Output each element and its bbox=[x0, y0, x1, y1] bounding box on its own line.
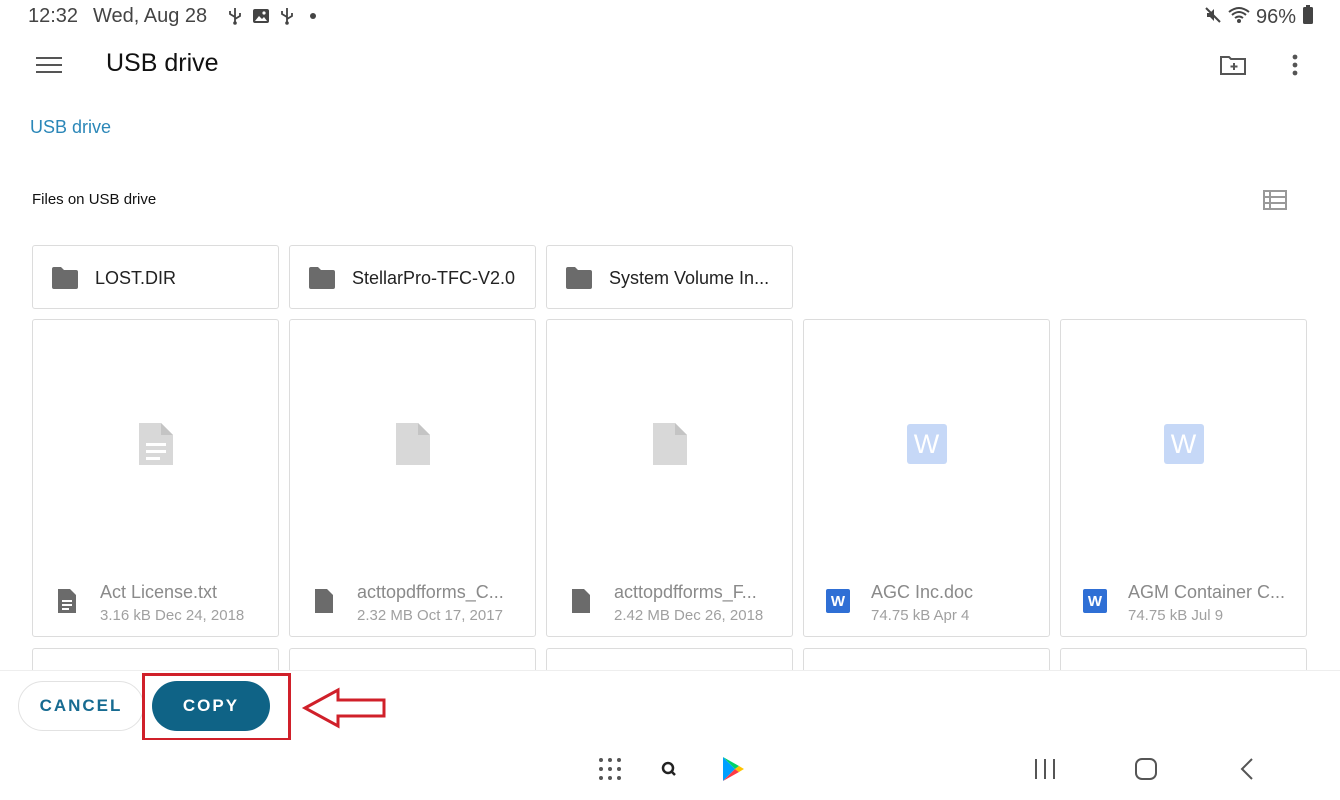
generic-file-icon bbox=[652, 423, 687, 465]
folder-name: LOST.DIR bbox=[95, 268, 177, 288]
file-thumbnail bbox=[290, 416, 535, 472]
file-name: Act License.txt bbox=[100, 582, 218, 602]
apps-grid-button[interactable] bbox=[593, 754, 627, 784]
word-file-icon: W bbox=[826, 588, 850, 614]
file-card[interactable]: Act License.txt 3.16 kB Dec 24, 2018 bbox=[32, 319, 279, 637]
play-store-button[interactable] bbox=[716, 754, 750, 784]
more-options-button[interactable] bbox=[1276, 48, 1314, 82]
home-icon bbox=[1135, 758, 1157, 780]
battery-percent: 96% bbox=[1255, 6, 1296, 28]
apps-grid-icon bbox=[599, 758, 621, 780]
status-right-icons: 96% bbox=[1204, 5, 1314, 30]
file-meta: 2.42 MB Dec 26, 2018 bbox=[614, 607, 764, 624]
file-thumbnail bbox=[33, 416, 278, 472]
text-document-icon bbox=[138, 423, 173, 465]
word-file-icon: W bbox=[1083, 588, 1107, 614]
file-card[interactable]: acttopdfforms_F... 2.42 MB Dec 26, 2018 bbox=[546, 319, 793, 637]
folder-tile[interactable]: LOST.DIR bbox=[32, 245, 279, 309]
mute-icon bbox=[1204, 6, 1222, 29]
breadcrumb[interactable]: USB drive bbox=[30, 117, 111, 138]
back-button[interactable] bbox=[1230, 754, 1264, 784]
status-date: Wed, Aug 28 bbox=[93, 5, 208, 27]
file-card-partial[interactable] bbox=[289, 648, 536, 672]
word-badge-icon: W bbox=[826, 589, 850, 613]
section-title: Files on USB drive bbox=[32, 191, 157, 208]
generic-file-icon bbox=[395, 423, 430, 465]
file-name: AGC Inc.doc bbox=[871, 582, 974, 602]
file-card-partial[interactable] bbox=[546, 648, 793, 672]
file-name: acttopdfforms_F... bbox=[614, 582, 757, 602]
status-bar: 12:32 Wed, Aug 28 96% bbox=[0, 0, 1340, 34]
annotation-arrow-icon bbox=[301, 687, 386, 729]
new-folder-button[interactable] bbox=[1214, 48, 1252, 82]
recents-button[interactable] bbox=[1028, 754, 1062, 784]
folder-icon bbox=[52, 267, 78, 289]
file-meta: 74.75 kB Jul 9 bbox=[1128, 607, 1224, 624]
app-bar: USB drive bbox=[0, 34, 1340, 96]
wifi-icon bbox=[1228, 6, 1250, 29]
navigation-bar bbox=[0, 740, 1340, 800]
more-vert-icon bbox=[1292, 54, 1298, 76]
file-card-partial[interactable] bbox=[32, 648, 279, 672]
generic-file-icon bbox=[312, 588, 336, 614]
file-meta: 74.75 kB Apr 4 bbox=[871, 607, 970, 624]
status-left-icons bbox=[225, 6, 323, 26]
file-card[interactable]: W W AGC Inc.doc 74.75 kB Apr 4 bbox=[803, 319, 1050, 637]
play-store-icon bbox=[723, 757, 744, 781]
list-view-icon bbox=[1263, 190, 1287, 210]
file-thumbnail: W bbox=[1061, 416, 1306, 472]
word-badge-icon: W bbox=[1083, 589, 1107, 613]
usb-icon bbox=[225, 6, 245, 26]
word-document-icon: W bbox=[906, 424, 947, 464]
recents-icon bbox=[1035, 759, 1055, 779]
file-thumbnail bbox=[547, 416, 792, 472]
hamburger-menu-icon bbox=[36, 57, 62, 73]
highlight-box bbox=[142, 673, 291, 741]
word-document-icon: W bbox=[1163, 424, 1204, 464]
back-icon bbox=[1240, 758, 1253, 780]
file-card-partial[interactable] bbox=[1060, 648, 1307, 672]
folder-name: System Volume In... bbox=[609, 268, 770, 288]
file-card[interactable]: acttopdfforms_C... 2.32 MB Oct 17, 2017 bbox=[289, 319, 536, 637]
home-button[interactable] bbox=[1129, 754, 1163, 784]
status-time: 12:32 bbox=[28, 5, 79, 27]
text-file-icon bbox=[55, 588, 79, 614]
file-meta: 3.16 kB Dec 24, 2018 bbox=[100, 607, 245, 624]
folder-icon bbox=[309, 267, 335, 289]
file-thumbnail: W bbox=[804, 416, 1049, 472]
page-title: USB drive bbox=[106, 49, 219, 77]
generic-file-icon bbox=[569, 588, 593, 614]
folder-icon bbox=[566, 267, 592, 289]
dot-icon bbox=[303, 6, 323, 26]
cancel-button[interactable]: CANCEL bbox=[18, 681, 144, 731]
file-name: acttopdfforms_C... bbox=[357, 582, 504, 602]
usb-icon bbox=[277, 6, 297, 26]
new-folder-icon bbox=[1220, 56, 1246, 75]
view-toggle-button[interactable] bbox=[1262, 188, 1288, 212]
image-icon bbox=[251, 6, 271, 26]
menu-button[interactable] bbox=[30, 48, 68, 82]
file-meta: 2.32 MB Oct 17, 2017 bbox=[357, 607, 503, 624]
battery-icon bbox=[1302, 5, 1314, 30]
file-card[interactable]: W W AGM Container C... 74.75 kB Jul 9 bbox=[1060, 319, 1307, 637]
folder-tile[interactable]: StellarPro-TFC-V2.0 bbox=[289, 245, 536, 309]
search-app-button[interactable] bbox=[652, 754, 686, 784]
file-card-partial[interactable] bbox=[803, 648, 1050, 672]
folder-tile[interactable]: System Volume In... bbox=[546, 245, 793, 309]
file-name: AGM Container C... bbox=[1128, 582, 1286, 602]
search-app-icon bbox=[661, 761, 676, 776]
folder-name: StellarPro-TFC-V2.0 bbox=[352, 268, 516, 288]
